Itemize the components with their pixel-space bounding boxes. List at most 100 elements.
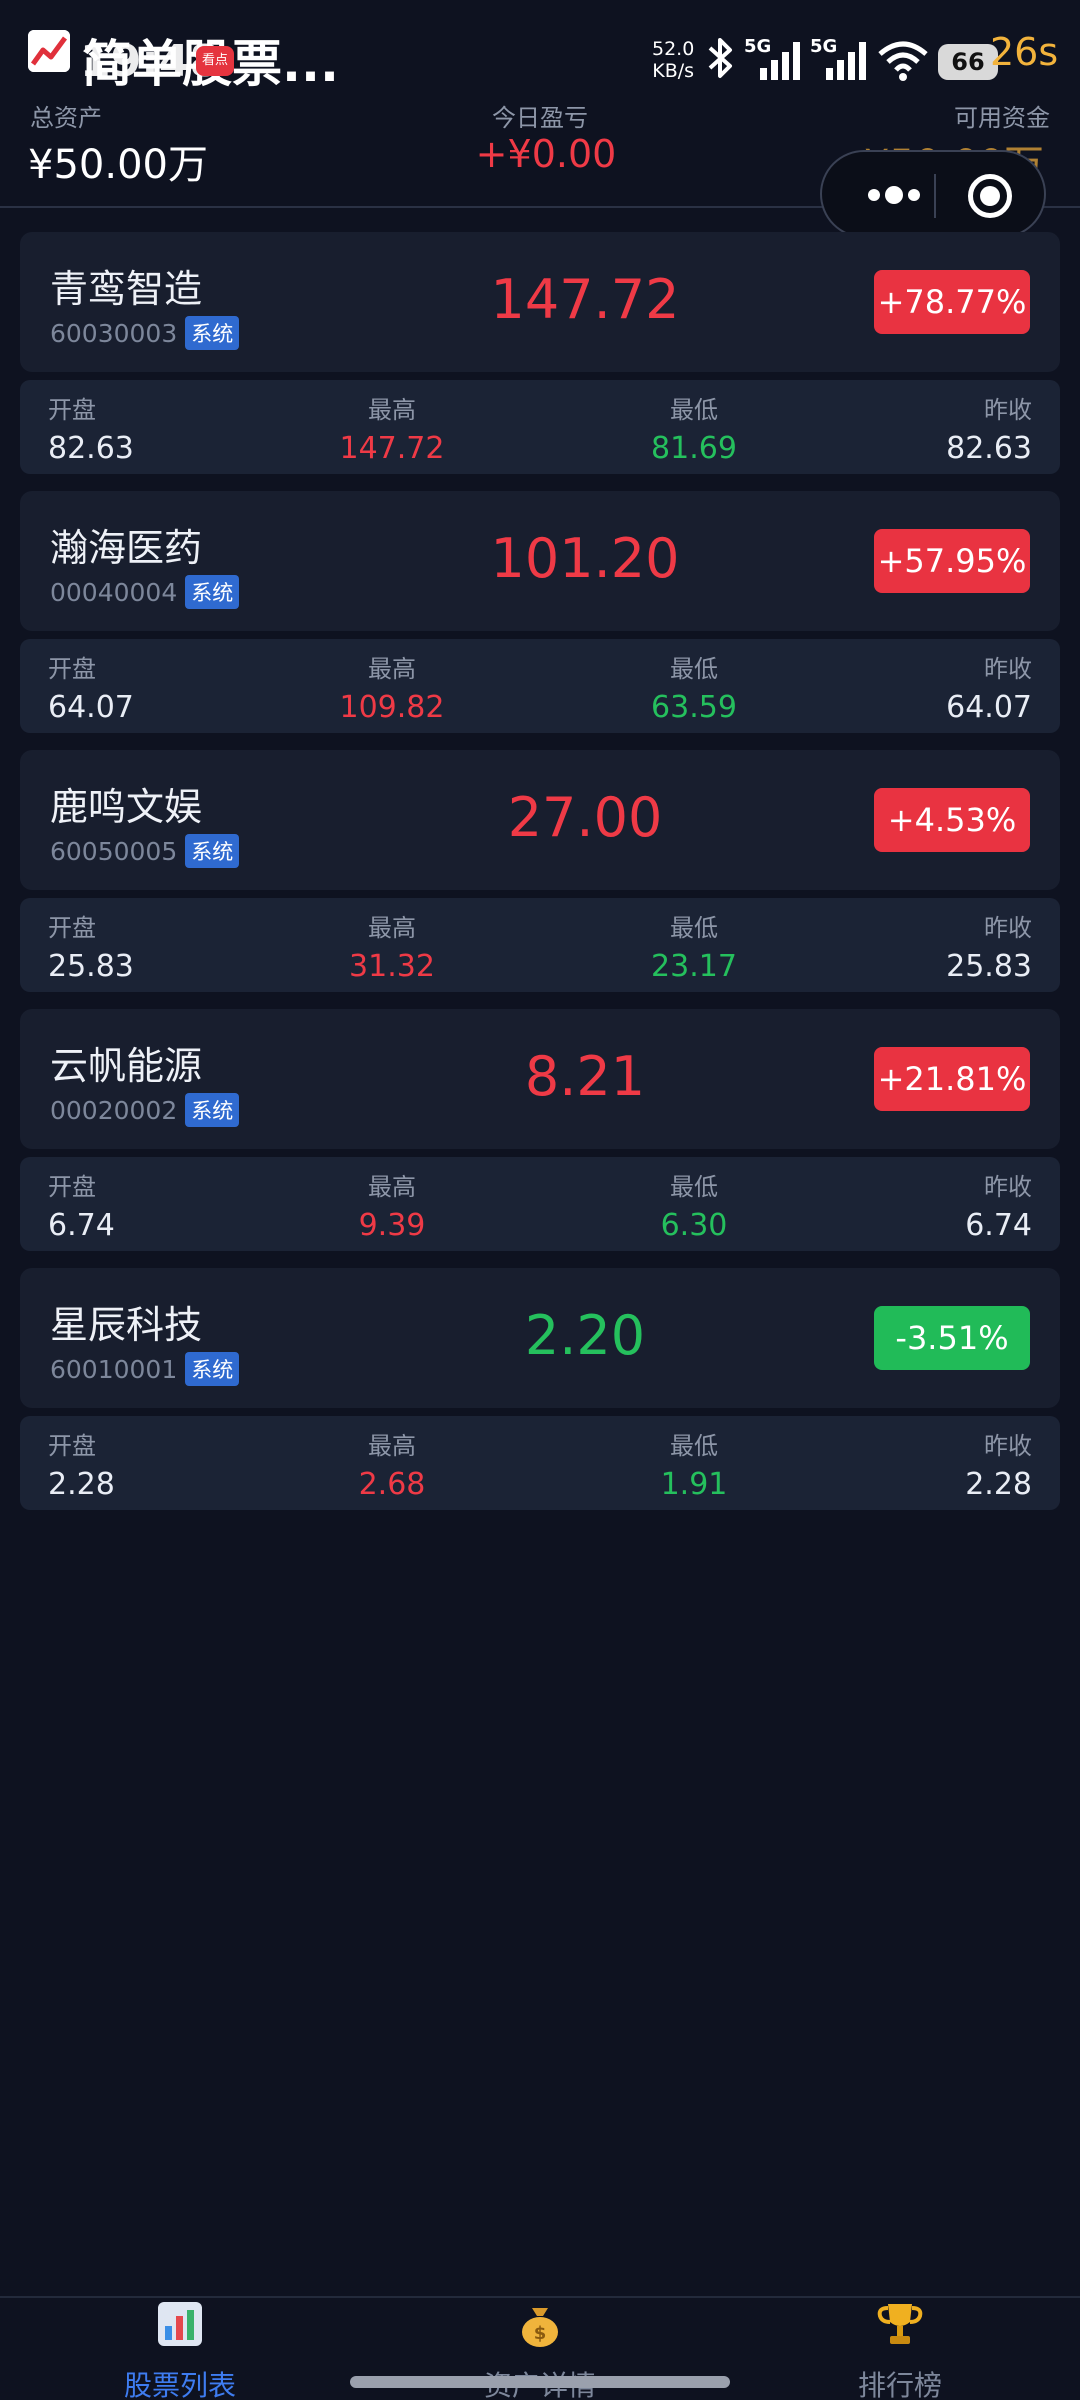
stat-open: 开盘 64.07 (48, 649, 248, 725)
stock-card[interactable]: 瀚海医药 00040004 系统 101.20 +57.95% (20, 491, 1060, 631)
stat-prev-close-label: 昨收 (984, 914, 1032, 942)
nav-stock-list[interactable]: 股票列表 (0, 2298, 360, 2400)
stat-low: 最低 23.17 (594, 908, 794, 984)
stat-high-value: 147.72 (339, 431, 445, 466)
stock-stats: 开盘 25.83 最高 31.32 最低 23.17 昨收 25.83 (20, 898, 1060, 992)
stock-stats: 开盘 6.74 最高 9.39 最低 6.30 昨收 6.74 (20, 1157, 1060, 1251)
stock-price: 101.20 (490, 527, 680, 590)
nav-leaderboard[interactable]: 排行榜 (720, 2298, 1080, 2400)
stat-prev-close: 昨收 64.07 (832, 649, 1032, 725)
stock-code-row: 00040004 系统 (50, 575, 240, 609)
signal-label-2: 5G (810, 36, 837, 57)
stat-low-value: 1.91 (660, 1467, 728, 1502)
nav-leaderboard-label: 排行榜 (857, 2369, 942, 2400)
stat-high: 最高 31.32 (292, 908, 492, 984)
stock-item[interactable]: 云帆能源 00020002 系统 8.21 +21.81% 开盘 6.74 最高 (20, 1009, 1060, 1268)
stat-high-label: 最高 (368, 396, 416, 424)
stock-name: 瀚海医药 (50, 526, 203, 570)
stat-high-label: 最高 (368, 1432, 416, 1460)
stat-high-label: 最高 (368, 655, 416, 683)
stock-price: 147.72 (490, 268, 680, 331)
stock-code-row: 60050005 系统 (50, 834, 240, 868)
stock-code: 00020002 (50, 1095, 178, 1125)
stat-open-label: 开盘 (48, 914, 96, 942)
stat-high-label: 最高 (368, 914, 416, 942)
more-options-icon[interactable] (852, 170, 952, 220)
signal-label-1: 5G (744, 36, 771, 57)
stat-open-value: 25.83 (48, 949, 134, 984)
stat-prev-close-value: 6.74 (965, 1208, 1032, 1243)
stock-code-row: 60010001 系统 (50, 1352, 240, 1386)
stat-open-value: 82.63 (48, 431, 134, 466)
change-badge: +57.95% (874, 529, 1030, 593)
battery-indicator: 66 (938, 44, 998, 80)
stock-item[interactable]: 星辰科技 60010001 系统 2.20 -3.51% 开盘 2.28 最高 (20, 1268, 1060, 1527)
change-badge: -3.51% (874, 1306, 1030, 1370)
system-tag: 系统 (185, 316, 240, 350)
stat-low-label: 最低 (670, 655, 718, 683)
money-bag-icon: $ (516, 2300, 564, 2348)
stock-item[interactable]: 青鸾智造 60030003 系统 147.72 +78.77% 开盘 82.63… (20, 232, 1060, 491)
stat-high-label: 最高 (368, 1173, 416, 1201)
stat-open-value: 2.28 (48, 1467, 115, 1502)
network-speed-unit: KB/s (652, 60, 695, 82)
system-tag: 系统 (185, 1093, 240, 1127)
stat-prev-close: 昨收 25.83 (832, 908, 1032, 984)
stock-stats: 开盘 64.07 最高 109.82 最低 63.59 昨收 64.07 (20, 639, 1060, 733)
stock-card[interactable]: 云帆能源 00020002 系统 8.21 +21.81% (20, 1009, 1060, 1149)
stat-low: 最低 1.91 (594, 1426, 794, 1502)
home-indicator[interactable] (350, 2376, 730, 2388)
stat-high-value: 109.82 (339, 690, 445, 725)
stock-code: 60030003 (50, 318, 178, 348)
stat-low-value: 23.17 (651, 949, 737, 984)
stat-prev-close-value: 82.63 (946, 431, 1032, 466)
stat-open: 开盘 82.63 (48, 390, 248, 466)
stock-container: 青鸾智造 60030003 系统 147.72 +78.77% 开盘 82.63… (20, 232, 1060, 1527)
stat-low-value: 6.30 (660, 1208, 728, 1243)
stat-low-label: 最低 (670, 1432, 718, 1460)
bar-chart-icon (156, 2300, 204, 2348)
stat-low-label: 最低 (670, 396, 718, 424)
stat-low: 最低 81.69 (594, 390, 794, 466)
stock-stats: 开盘 82.63 最高 147.72 最低 81.69 昨收 82.63 (20, 380, 1060, 474)
change-badge: +21.81% (874, 1047, 1030, 1111)
stock-card[interactable]: 青鸾智造 60030003 系统 147.72 +78.77% (20, 232, 1060, 372)
timer-text: 26s (990, 30, 1059, 74)
stock-price: 2.20 (524, 1304, 646, 1367)
stock-list: 青鸾智造 60030003 系统 147.72 +78.77% 开盘 82.63… (20, 232, 1060, 1527)
stock-item[interactable]: 鹿鸣文娱 60050005 系统 27.00 +4.53% 开盘 25.83 最… (20, 750, 1060, 1009)
stat-high-value: 2.68 (358, 1467, 426, 1502)
stat-prev-close-label: 昨收 (984, 396, 1032, 424)
stock-code-row: 60030003 系统 (50, 316, 240, 350)
close-miniprogram-icon[interactable] (968, 174, 1012, 218)
signal-5g-icon: 5G (744, 34, 806, 88)
stat-prev-close-label: 昨收 (984, 1432, 1032, 1460)
today-pnl-label: 今日盈亏 (492, 104, 588, 132)
status-bar: 简单股票... 19:48 看点 52.0 KB/s 5G 5G (0, 0, 1080, 100)
wifi-icon (876, 34, 930, 88)
system-tag: 系统 (185, 834, 240, 868)
stat-high-value: 31.32 (349, 949, 435, 984)
stock-name: 星辰科技 (50, 1303, 203, 1347)
capsule-divider (934, 174, 936, 218)
stat-high-value: 9.39 (358, 1208, 426, 1243)
system-tag: 系统 (185, 1352, 240, 1386)
stock-item[interactable]: 瀚海医药 00040004 系统 101.20 +57.95% 开盘 64.07… (20, 491, 1060, 750)
network-speed: 52.0 KB/s (652, 38, 694, 82)
stock-code: 60010001 (50, 1354, 178, 1384)
stat-high: 最高 9.39 (292, 1167, 492, 1243)
available-funds-label: 可用资金 (954, 104, 1050, 132)
stat-open-value: 64.07 (48, 690, 134, 725)
svg-text:$: $ (534, 2323, 547, 2344)
stock-name: 云帆能源 (50, 1044, 203, 1088)
stock-card[interactable]: 星辰科技 60010001 系统 2.20 -3.51% (20, 1268, 1060, 1408)
stat-high: 最高 109.82 (292, 649, 492, 725)
stat-low-value: 81.69 (651, 431, 737, 466)
change-badge: +4.53% (874, 788, 1030, 852)
stock-card[interactable]: 鹿鸣文娱 60050005 系统 27.00 +4.53% (20, 750, 1060, 890)
stock-price: 27.00 (507, 786, 663, 849)
signal-5g-icon-2: 5G (810, 34, 872, 88)
stat-open-label: 开盘 (48, 1432, 96, 1460)
stat-low-label: 最低 (670, 914, 718, 942)
stat-prev-close-label: 昨收 (984, 655, 1032, 683)
